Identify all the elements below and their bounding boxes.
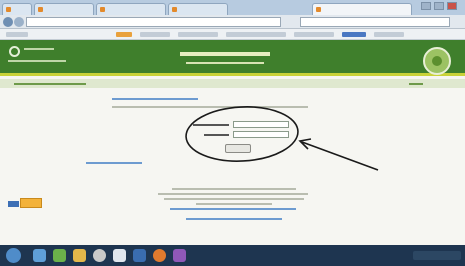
folder-icon[interactable] xyxy=(73,249,86,262)
start-menu-icon[interactable] xyxy=(6,248,21,263)
annotation-overlay xyxy=(185,106,379,171)
taskbar-app-icon[interactable] xyxy=(53,249,66,262)
firefox-icon[interactable] xyxy=(153,249,166,262)
taskbar-app-icon[interactable] xyxy=(33,249,46,262)
taskbar-app-icon[interactable] xyxy=(93,249,106,262)
system-tray xyxy=(413,251,461,260)
annotation-arrow-shaft xyxy=(301,141,379,171)
taskbar-app-icon[interactable] xyxy=(113,249,126,262)
mail-icon[interactable] xyxy=(133,249,146,262)
taskbar-app-icon[interactable] xyxy=(173,249,186,262)
annotation-ellipse xyxy=(185,106,299,162)
windows-taskbar xyxy=(0,245,465,266)
